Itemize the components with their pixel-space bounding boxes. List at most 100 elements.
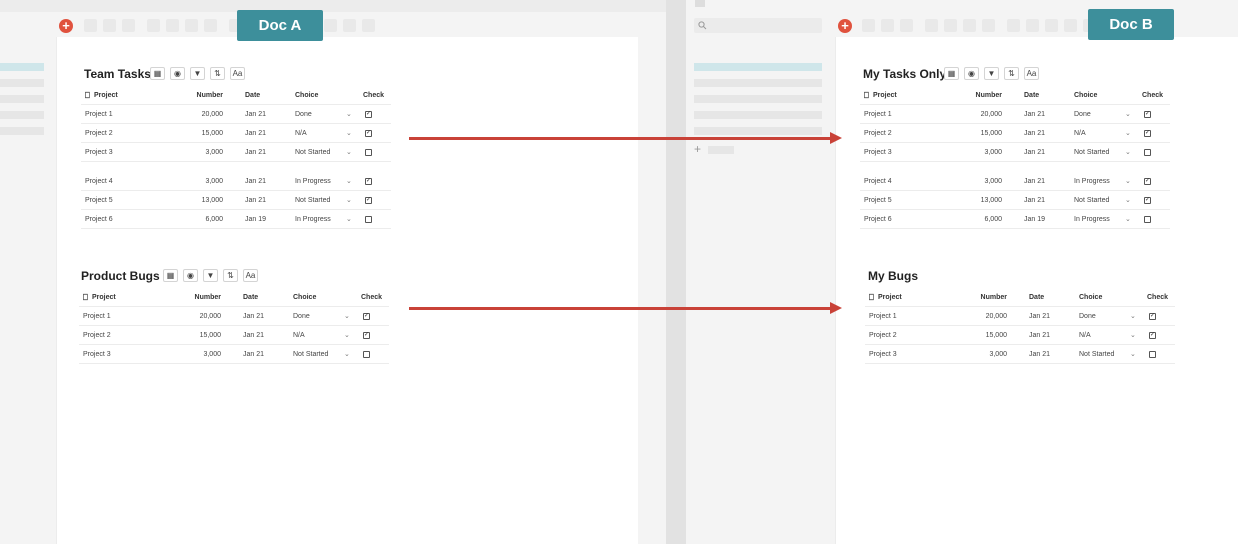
column-header-number[interactable]: Number	[962, 86, 1002, 105]
text-format-icon[interactable]: Aa	[243, 269, 258, 282]
project-cell[interactable]: Project 6	[85, 210, 113, 229]
choice-cell[interactable]: Not Started	[295, 143, 330, 162]
column-header-choice[interactable]: Choice	[295, 86, 318, 105]
date-cell[interactable]: Jan 21	[1029, 326, 1050, 345]
checkbox-checked[interactable]: ✓	[1144, 178, 1151, 185]
column-header-project[interactable]: Project	[873, 86, 897, 105]
checkbox-checked[interactable]: ✓	[1149, 313, 1156, 320]
table-row[interactable]: Project 2 15,000 Jan 21 N/A ⌄ ✓	[860, 124, 1170, 143]
text-format-icon[interactable]: Aa	[230, 67, 245, 80]
table-row[interactable]: Project 2 15,000 Jan 21 N/A ⌄ ✓	[865, 326, 1175, 345]
add-button[interactable]: +	[838, 19, 852, 33]
column-header-check[interactable]: Check	[1147, 288, 1168, 307]
column-header-date[interactable]: Date	[245, 86, 260, 105]
date-cell[interactable]: Jan 21	[243, 326, 264, 345]
choice-cell[interactable]: N/A	[293, 326, 305, 345]
sort-icon[interactable]: ⇅	[1004, 67, 1019, 80]
choice-cell[interactable]: In Progress	[1074, 172, 1110, 191]
date-cell[interactable]: Jan 21	[245, 105, 266, 124]
checkbox-unchecked[interactable]	[1144, 149, 1151, 156]
date-cell[interactable]: Jan 21	[1024, 124, 1045, 143]
toolbar-button[interactable]	[963, 19, 976, 32]
number-cell[interactable]: 3,000	[181, 345, 221, 364]
date-cell[interactable]: Jan 21	[1024, 105, 1045, 124]
toolbar-button[interactable]	[362, 19, 375, 32]
column-header-check[interactable]: Check	[361, 288, 382, 307]
number-cell[interactable]: 13,000	[962, 191, 1002, 210]
sidebar-item[interactable]	[694, 111, 822, 119]
project-cell[interactable]: Project 6	[864, 210, 892, 229]
date-cell[interactable]: Jan 19	[1024, 210, 1045, 229]
project-cell[interactable]: Project 3	[869, 345, 897, 364]
chevron-down-icon[interactable]: ⌄	[1130, 307, 1136, 326]
eye-icon[interactable]: ◉	[183, 269, 198, 282]
date-cell[interactable]: Jan 21	[245, 191, 266, 210]
date-cell[interactable]: Jan 21	[245, 143, 266, 162]
add-page-icon[interactable]: +	[694, 143, 701, 155]
choice-cell[interactable]: Not Started	[1074, 191, 1109, 210]
sort-icon[interactable]: ⇅	[223, 269, 238, 282]
column-header-date[interactable]: Date	[243, 288, 258, 307]
sidebar-item[interactable]	[0, 95, 44, 103]
choice-cell[interactable]: In Progress	[295, 172, 331, 191]
chevron-down-icon[interactable]: ⌄	[346, 143, 352, 162]
number-cell[interactable]: 6,000	[962, 210, 1002, 229]
project-cell[interactable]: Project 1	[869, 307, 897, 326]
toolbar-button[interactable]	[862, 19, 875, 32]
column-header-check[interactable]: Check	[363, 86, 384, 105]
toolbar-button[interactable]	[1045, 19, 1058, 32]
number-cell[interactable]: 15,000	[183, 124, 223, 143]
project-cell[interactable]: Project 1	[83, 307, 111, 326]
column-header-number[interactable]: Number	[183, 86, 223, 105]
date-cell[interactable]: Jan 21	[1024, 143, 1045, 162]
table-row[interactable]: Project 2 15,000 Jan 21 N/A ⌄ ✓	[79, 326, 389, 345]
table-row[interactable]: Project 1 20,000 Jan 21 Done ⌄ ✓	[79, 307, 389, 326]
chevron-down-icon[interactable]: ⌄	[346, 210, 352, 229]
toolbar-button[interactable]	[944, 19, 957, 32]
project-cell[interactable]: Project 4	[864, 172, 892, 191]
checkbox-unchecked[interactable]	[365, 149, 372, 156]
number-cell[interactable]: 3,000	[183, 143, 223, 162]
column-header-choice[interactable]: Choice	[293, 288, 316, 307]
sort-icon[interactable]: ⇅	[210, 67, 225, 80]
column-header-project[interactable]: Project	[878, 288, 902, 307]
chevron-down-icon[interactable]: ⌄	[1125, 105, 1131, 124]
table-row[interactable]: Project 3 3,000 Jan 21 Not Started ⌄	[865, 345, 1175, 364]
number-cell[interactable]: 3,000	[962, 172, 1002, 191]
text-format-icon[interactable]: Aa	[1024, 67, 1039, 80]
date-cell[interactable]: Jan 21	[1024, 172, 1045, 191]
toolbar-button[interactable]	[147, 19, 160, 32]
date-cell[interactable]: Jan 21	[1024, 191, 1045, 210]
table-row[interactable]: Project 3 3,000 Jan 21 Not Started ⌄	[81, 143, 391, 162]
table-row[interactable]: Project 1 20,000 Jan 21 Done ⌄ ✓	[865, 307, 1175, 326]
table-icon[interactable]: ▦	[163, 269, 178, 282]
column-header-number[interactable]: Number	[967, 288, 1007, 307]
choice-cell[interactable]: N/A	[295, 124, 307, 143]
chevron-down-icon[interactable]: ⌄	[346, 105, 352, 124]
checkbox-checked[interactable]: ✓	[1144, 111, 1151, 118]
sidebar-item-active[interactable]	[0, 63, 44, 71]
sidebar-item[interactable]	[694, 79, 822, 87]
project-cell[interactable]: Project 3	[85, 143, 113, 162]
number-cell[interactable]: 20,000	[181, 307, 221, 326]
date-cell[interactable]: Jan 21	[243, 345, 264, 364]
toolbar-button[interactable]	[925, 19, 938, 32]
table-row[interactable]: Project 3 3,000 Jan 21 Not Started ⌄	[860, 143, 1170, 162]
date-cell[interactable]: Jan 21	[1029, 345, 1050, 364]
checkbox-checked[interactable]: ✓	[365, 130, 372, 137]
choice-cell[interactable]: Not Started	[293, 345, 328, 364]
add-button[interactable]: +	[59, 19, 73, 33]
number-cell[interactable]: 3,000	[967, 345, 1007, 364]
toolbar-button[interactable]	[122, 19, 135, 32]
filter-icon[interactable]: ▼	[190, 67, 205, 80]
toolbar-button[interactable]	[166, 19, 179, 32]
date-cell[interactable]: Jan 21	[1029, 307, 1050, 326]
choice-cell[interactable]: Done	[1079, 307, 1096, 326]
sidebar-item-active[interactable]	[694, 63, 822, 71]
checkbox-unchecked[interactable]	[1144, 216, 1151, 223]
table-icon[interactable]: ▦	[150, 67, 165, 80]
chevron-down-icon[interactable]: ⌄	[1130, 345, 1136, 364]
choice-cell[interactable]: Done	[295, 105, 312, 124]
table-row[interactable]: Project 5 13,000 Jan 21 Not Started ⌄ ✓	[81, 191, 391, 210]
chevron-down-icon[interactable]: ⌄	[344, 307, 350, 326]
